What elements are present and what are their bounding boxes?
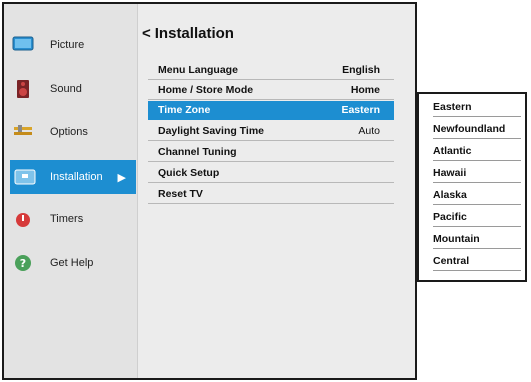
row-label: Quick Setup [158,167,220,179]
row-label: Menu Language [158,64,238,76]
row-label: Daylight Saving Time [158,125,264,137]
page-title: < Installation [142,25,234,42]
dropdown-option-mountain[interactable]: Mountain [433,230,521,249]
row-value: Home [350,84,380,96]
sidebar-item-timers[interactable]: Timers [4,202,138,236]
row-value: Eastern [341,104,380,116]
sidebar-item-label: Picture [50,39,85,51]
sidebar-item-get-help[interactable]: ? Get Help [4,246,138,280]
sidebar-item-sound[interactable]: Sound [4,72,138,106]
speaker-icon [12,79,34,99]
sidebar-item-label: Installation [50,171,103,183]
dropdown-option-eastern[interactable]: Eastern [433,98,521,117]
sidebar-item-label: Sound [50,83,82,95]
time-zone-row[interactable]: Time Zone Eastern [148,101,394,120]
installation-icon [14,167,36,187]
row-label: Home / Store Mode [158,84,254,96]
options-icon [12,122,34,142]
timer-icon [12,209,34,229]
chevron-right-icon: ▶ [117,171,126,184]
menu-language-row[interactable]: Menu Language English [148,61,394,80]
channel-tuning-row[interactable]: Channel Tuning [148,143,394,162]
sidebar-item-label: Timers [50,213,84,225]
dropdown-option-pacific[interactable]: Pacific [433,208,521,227]
row-value: Auto [358,125,380,137]
picture-icon [12,35,34,55]
quick-setup-row[interactable]: Quick Setup [148,164,394,183]
tv-menu-window: Picture Sound Options Installation ▶ Tim… [2,2,417,380]
sidebar-item-options[interactable]: Options [4,115,138,149]
daylight-saving-time-row[interactable]: Daylight Saving Time Auto [148,122,394,141]
dropdown-option-newfoundland[interactable]: Newfoundland [433,120,521,139]
dropdown-option-central[interactable]: Central [433,252,521,271]
reset-tv-row[interactable]: Reset TV [148,185,394,204]
row-value: English [342,64,380,76]
help-icon: ? [12,253,34,273]
time-zone-dropdown: Eastern Newfoundland Atlantic Hawaii Ala… [417,92,527,282]
installation-panel: < Installation Menu Language English Home… [138,4,415,378]
row-label: Time Zone [158,104,211,116]
dropdown-option-atlantic[interactable]: Atlantic [433,142,521,161]
sidebar-item-label: Get Help [50,257,94,269]
row-label: Reset TV [158,188,203,200]
row-label: Channel Tuning [158,146,237,158]
home-store-mode-row[interactable]: Home / Store Mode Home [148,81,394,100]
sidebar-item-picture[interactable]: Picture [4,28,138,62]
sidebar-item-installation[interactable]: Installation ▶ [10,160,136,194]
sidebar-item-label: Options [50,126,88,138]
sidebar: Picture Sound Options Installation ▶ Tim… [4,4,138,378]
dropdown-option-alaska[interactable]: Alaska [433,186,521,205]
back-icon[interactable]: < [142,25,151,42]
svg-text:?: ? [20,257,26,270]
dropdown-option-hawaii[interactable]: Hawaii [433,164,521,183]
page-title-text: Installation [154,25,234,42]
